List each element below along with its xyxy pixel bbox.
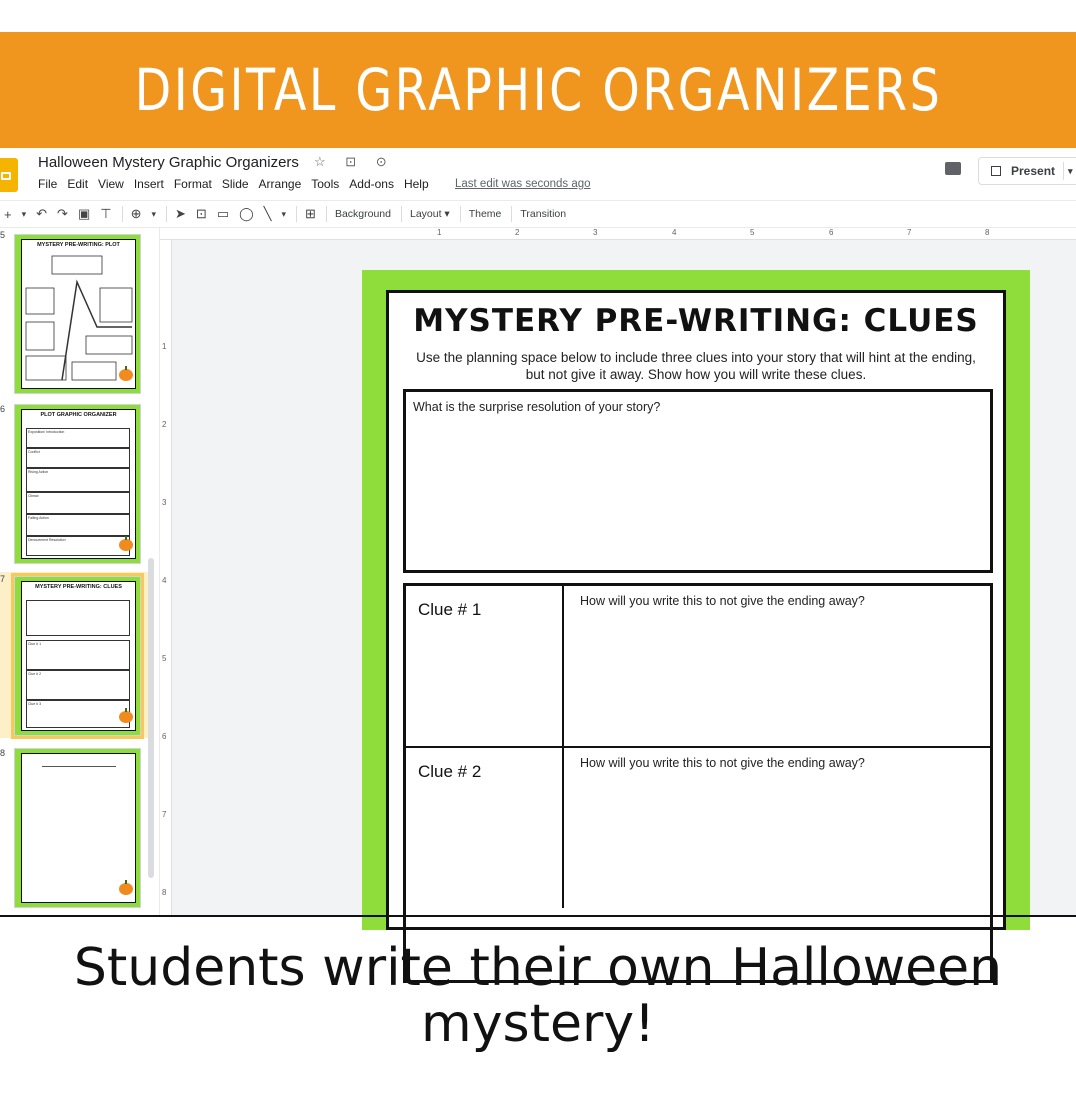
resolution-prompt: What is the surprise resolution of your … — [413, 400, 661, 414]
table-row: Climax — [26, 492, 130, 514]
toolbar-divider — [325, 206, 327, 222]
image-icon[interactable]: ▭ — [217, 206, 229, 222]
clue-question[interactable]: How will you write this to not give the … — [580, 756, 865, 770]
divider-line — [0, 915, 1076, 917]
toolbar-divider — [296, 206, 298, 222]
menu-bar: File Edit View Insert Format Slide Arran… — [38, 177, 429, 191]
resolution-box[interactable]: What is the surprise resolution of your … — [403, 389, 993, 573]
table-row: Clue # 1 — [26, 640, 130, 670]
slide-thumbnail-5[interactable]: MYSTERY PRE-WRITING: PLOT — [14, 234, 141, 394]
slide-filmstrip: 5 MYSTERY PRE-WRITING: PLOT 6 PLOT GRAPH… — [0, 228, 160, 916]
menu-edit[interactable]: Edit — [67, 177, 88, 191]
table-row — [26, 600, 130, 636]
background-button[interactable]: Background — [335, 208, 391, 220]
menu-view[interactable]: View — [98, 177, 124, 191]
redo-icon[interactable]: ↷ — [57, 206, 68, 222]
title-actions-icons[interactable]: ☆ ⊡ ⊙ — [314, 154, 395, 170]
chevron-down-icon[interactable]: ▾ — [1063, 162, 1073, 180]
theme-button[interactable]: Theme — [469, 208, 502, 220]
table-row: Conflict — [26, 448, 130, 468]
chevron-down-icon[interactable]: ▾ — [282, 209, 287, 220]
slide-number: 5 — [0, 230, 6, 240]
zoom-icon[interactable]: ⊕ — [131, 206, 142, 222]
table-row: Clue # 2 — [26, 670, 130, 700]
toolbar-divider — [121, 206, 123, 222]
slide-number: 6 — [0, 404, 6, 414]
layout-button[interactable]: Layout ▾ — [410, 208, 450, 220]
thumbnail-title: MYSTERY PRE-WRITING: CLUES — [35, 584, 122, 590]
menu-slide[interactable]: Slide — [222, 177, 249, 191]
slide-title[interactable]: MYSTERY PRE-WRITING: CLUES — [389, 303, 1003, 339]
comment-icon[interactable] — [945, 162, 961, 175]
google-slides-logo-icon[interactable] — [0, 158, 18, 192]
plot-diagram-icon — [25, 255, 133, 381]
menu-tools[interactable]: Tools — [311, 177, 339, 191]
slide-thumbnail-8[interactable] — [14, 748, 141, 908]
table-row: Denouement Resolution — [26, 536, 130, 556]
horizontal-ruler: 1 2 3 4 5 6 7 8 — [160, 228, 1076, 240]
slide-instructions[interactable]: Use the planning space below to include … — [409, 349, 983, 383]
table-row: Clue # 2 How will you write this to not … — [406, 746, 990, 908]
menu-arrange[interactable]: Arrange — [259, 177, 302, 191]
pumpkin-icon — [119, 708, 133, 723]
toolbar: + ▾ ↶ ↷ ▣ ⊤ ⊕ ▾ ➤ ⊡ ▭ ◯ ╲ ▾ ⊞ Background… — [0, 200, 1076, 228]
pumpkin-icon — [119, 366, 133, 381]
text-box-icon[interactable]: ⊡ — [196, 206, 207, 222]
chevron-down-icon[interactable]: ▾ — [22, 209, 27, 220]
slide-number: 7 — [0, 574, 6, 584]
line-icon[interactable]: ╲ — [264, 206, 272, 222]
thumbnail-title: MYSTERY PRE-WRITING: PLOT — [37, 242, 120, 248]
insert-comment-icon[interactable]: ⊞ — [305, 206, 316, 222]
table-row: Exposition/ Introduction — [26, 428, 130, 448]
banner-title: DIGITAL GRAPHIC ORGANIZERS — [134, 56, 942, 124]
undo-icon[interactable]: ↶ — [36, 206, 47, 222]
clue-label-cell[interactable]: Clue # 2 — [406, 748, 564, 908]
new-slide-icon[interactable]: + — [4, 207, 12, 222]
toolbar-divider — [459, 206, 461, 222]
clue-table: Clue # 1 How will you write this to not … — [403, 583, 993, 983]
vertical-ruler: 1 2 3 4 5 6 7 8 — [160, 240, 172, 916]
table-row: Clue # 3 — [26, 700, 130, 728]
title-line — [42, 766, 116, 767]
menu-insert[interactable]: Insert — [134, 177, 164, 191]
pumpkin-icon — [119, 880, 133, 895]
clue-label: Clue # 1 — [418, 600, 482, 619]
select-cursor-icon[interactable]: ➤ — [175, 206, 186, 222]
document-title[interactable]: Halloween Mystery Graphic Organizers — [38, 154, 299, 171]
clue-question[interactable]: How will you write this to not give the … — [580, 594, 865, 608]
table-row: Clue # 1 How will you write this to not … — [406, 586, 990, 748]
promo-banner: DIGITAL GRAPHIC ORGANIZERS — [0, 32, 1076, 148]
slide-number: 8 — [0, 748, 6, 758]
menu-add-ons[interactable]: Add-ons — [349, 177, 394, 191]
slide-content-page[interactable]: MYSTERY PRE-WRITING: CLUES Use the plann… — [386, 290, 1006, 983]
menu-file[interactable]: File — [38, 177, 57, 191]
present-label: Present — [1011, 164, 1056, 178]
chevron-down-icon[interactable]: ▾ — [151, 209, 156, 220]
thumbnail-title: PLOT GRAPHIC ORGANIZER — [40, 412, 117, 418]
last-edit-link[interactable]: Last edit was seconds ago — [455, 178, 591, 190]
paint-format-icon[interactable]: ⊤ — [100, 206, 111, 222]
table-row: Falling Action — [26, 514, 130, 536]
print-icon[interactable]: ▣ — [78, 206, 90, 222]
shape-icon[interactable]: ◯ — [239, 206, 254, 222]
toolbar-divider — [166, 206, 167, 222]
menu-format[interactable]: Format — [174, 177, 212, 191]
caption: Students write their own Halloween myste… — [73, 938, 1003, 1054]
present-icon — [991, 166, 1001, 176]
filmstrip-scrollbar[interactable] — [148, 558, 154, 878]
slide-thumbnail-6[interactable]: PLOT GRAPHIC ORGANIZER Exposition/ Intro… — [14, 404, 141, 564]
table-row: Rising Action — [26, 468, 130, 492]
clue-label-cell[interactable]: Clue # 1 — [406, 586, 564, 748]
slide-thumbnail-7[interactable]: MYSTERY PRE-WRITING: CLUES Clue # 1 Clue… — [11, 573, 144, 739]
menu-help[interactable]: Help — [404, 177, 429, 191]
pumpkin-icon — [119, 536, 133, 551]
toolbar-divider — [400, 206, 402, 222]
toolbar-divider — [511, 206, 513, 222]
present-button[interactable]: Present ▾ — [978, 157, 1076, 185]
clue-label: Clue # 2 — [418, 762, 482, 781]
transition-button[interactable]: Transition — [520, 208, 566, 220]
